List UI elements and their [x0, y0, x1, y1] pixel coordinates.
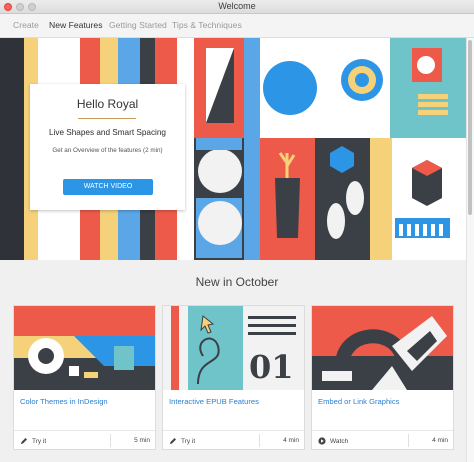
card-title[interactable]: Interactive EPUB Features	[169, 397, 259, 406]
feature-card-embed-link[interactable]: Embed or Link Graphics Watch 4 min	[311, 305, 454, 450]
watch-button[interactable]: Watch	[318, 437, 348, 445]
card-duration: 5 min	[134, 437, 150, 444]
card-title[interactable]: Embed or Link Graphics	[318, 397, 399, 406]
try-it-button[interactable]: Try it	[169, 437, 195, 445]
card-title[interactable]: Color Themes in InDesign	[20, 397, 108, 406]
tab-create[interactable]: Create	[13, 20, 39, 30]
card-thumbnail: 01	[163, 306, 304, 390]
footer-divider	[259, 434, 260, 447]
window-title: Welcome	[218, 1, 256, 11]
hero-subtitle: Live Shapes and Smart Spacing	[49, 128, 166, 137]
card-footer: Try it 4 min	[163, 430, 304, 450]
card-thumbnail	[14, 306, 155, 390]
hero-title: Hello Royal	[76, 97, 139, 111]
footer-divider	[408, 434, 409, 447]
hero-card: Hello Royal Live Shapes and Smart Spacin…	[30, 84, 185, 210]
card-duration: 4 min	[283, 437, 299, 444]
try-it-button[interactable]: Try it	[20, 437, 46, 445]
card-action-label: Watch	[330, 437, 349, 445]
card-action-label: Try it	[181, 437, 196, 445]
embed-link-illustration	[312, 306, 453, 390]
card-duration: 4 min	[432, 437, 448, 444]
hero-divider	[78, 118, 136, 119]
pencil-icon	[170, 438, 176, 444]
hero-banner: Hello Royal Live Shapes and Smart Spacin…	[0, 38, 466, 260]
card-thumbnail	[312, 306, 453, 390]
tab-getting-started[interactable]: Getting Started	[109, 20, 167, 30]
feature-card-color-themes[interactable]: Color Themes in InDesign Try it 5 min	[13, 305, 156, 450]
hero-description: Get an Overview of the features (2 min)	[52, 147, 163, 154]
footer-divider	[110, 434, 111, 447]
card-footer: Watch 4 min	[312, 430, 453, 450]
pencil-icon	[21, 438, 27, 444]
card-action-label: Try it	[32, 437, 47, 445]
play-icon	[318, 437, 326, 445]
card-footer: Try it 5 min	[14, 430, 155, 450]
welcome-window: Welcome Create New Features Getting Star…	[0, 0, 474, 462]
tab-tips-techniques[interactable]: Tips & Techniques	[172, 20, 242, 30]
watch-video-button[interactable]: WATCH VIDEO	[63, 179, 153, 195]
svg-text:01: 01	[249, 348, 294, 386]
scrollbar-thumb[interactable]	[468, 40, 472, 215]
tab-new-features[interactable]: New Features	[49, 20, 103, 30]
tab-bar: Create New Features Getting Started Tips…	[0, 14, 474, 38]
section-title: New in October	[195, 275, 279, 289]
color-themes-illustration	[14, 306, 155, 390]
title-bar: Welcome	[0, 0, 474, 14]
feature-card-epub[interactable]: 01 Interactive EPUB Features Try it 4 mi…	[162, 305, 305, 450]
epub-illustration: 01	[163, 306, 304, 390]
